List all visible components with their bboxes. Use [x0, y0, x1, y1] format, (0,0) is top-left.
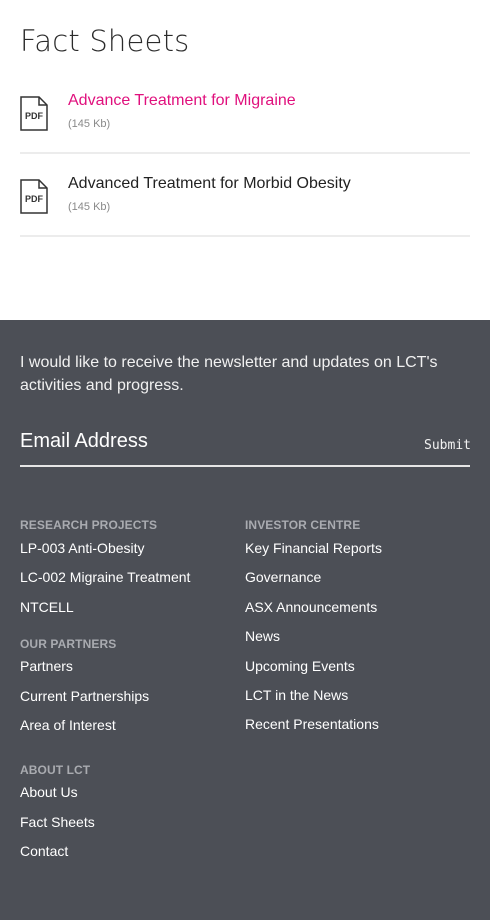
email-field-underline: [20, 465, 470, 467]
page-title: Fact Sheets: [20, 24, 190, 58]
footer-link[interactable]: News: [245, 628, 280, 644]
footer-link[interactable]: NTCELL: [20, 599, 74, 615]
fact-sheets-section: Fact Sheets PDF Advance Treatment for Mi…: [0, 0, 490, 320]
section-heading-our-partners: OUR PARTNERS: [20, 637, 117, 651]
section-heading-investor-centre: INVESTOR CENTRE: [245, 518, 361, 532]
submit-button[interactable]: Submit: [424, 438, 471, 453]
footer-link[interactable]: Key Financial Reports: [245, 540, 382, 556]
pdf-icon: PDF: [20, 96, 48, 131]
footer-link[interactable]: ASX Announcements: [245, 599, 377, 615]
footer-link[interactable]: Recent Presentations: [245, 716, 379, 732]
site-footer: I would like to receive the newsletter a…: [0, 320, 490, 920]
footer-link[interactable]: About Us: [20, 784, 78, 800]
footer-link[interactable]: Area of Interest: [20, 717, 116, 733]
footer-link[interactable]: LC-002 Migraine Treatment: [20, 569, 190, 585]
document-item[interactable]: PDF Advanced Treatment for Morbid Obesit…: [20, 153, 470, 237]
footer-link[interactable]: Governance: [245, 569, 321, 585]
document-title-link[interactable]: Advanced Treatment for Morbid Obesity: [68, 175, 351, 193]
footer-link[interactable]: Upcoming Events: [245, 658, 355, 674]
pdf-icon-label: PDF: [25, 111, 44, 121]
footer-link[interactable]: Contact: [20, 843, 68, 859]
document-item[interactable]: PDF Advance Treatment for Migraine (145 …: [20, 70, 470, 154]
footer-link[interactable]: Fact Sheets: [20, 814, 95, 830]
document-size: (145 Kb): [68, 118, 111, 130]
footer-link[interactable]: Partners: [20, 658, 73, 674]
email-field[interactable]: Email Address: [20, 430, 148, 453]
footer-link[interactable]: Current Partnerships: [20, 688, 149, 704]
newsletter-text: I would like to receive the newsletter a…: [20, 354, 438, 394]
pdf-icon-label: PDF: [25, 194, 44, 204]
document-title-link[interactable]: Advance Treatment for Migraine: [68, 92, 296, 110]
footer-link[interactable]: LP-003 Anti-Obesity: [20, 540, 145, 556]
pdf-icon: PDF: [20, 179, 48, 214]
section-heading-about-lct: ABOUT LCT: [20, 763, 91, 777]
footer-link[interactable]: LCT in the News: [245, 687, 348, 703]
document-size: (145 Kb): [68, 201, 111, 213]
section-heading-research-projects: RESEARCH PROJECTS: [20, 518, 158, 532]
